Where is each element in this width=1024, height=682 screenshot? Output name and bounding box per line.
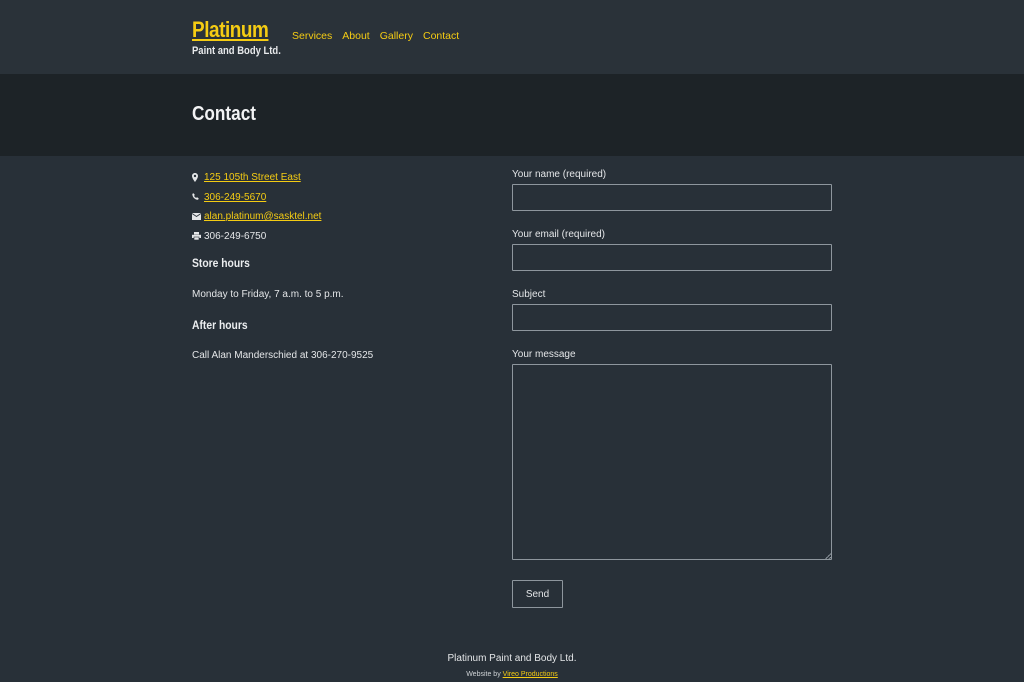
contact-info: 125 105th Street East 306-249-5670 alan.… bbox=[192, 168, 472, 361]
nav-link-about[interactable]: About bbox=[342, 30, 369, 43]
phone-row: 306-249-5670 bbox=[192, 188, 472, 208]
nav-link-services[interactable]: Services bbox=[292, 30, 332, 43]
fax-row: 306-249-6750 bbox=[192, 227, 472, 247]
site-logo[interactable]: Platinum Paint and Body Ltd. bbox=[192, 18, 295, 58]
fax-number: 306-249-6750 bbox=[204, 230, 267, 242]
email-row: alan.platinum@sasktel.net bbox=[192, 207, 472, 227]
message-label: Your message bbox=[512, 349, 576, 360]
nav-link-gallery[interactable]: Gallery bbox=[380, 30, 413, 43]
after-hours-text: Call Alan Manderschied at 306-270-9525 bbox=[192, 350, 374, 361]
envelope-icon bbox=[192, 213, 204, 221]
after-hours-heading: After hours bbox=[192, 318, 248, 332]
nav-link-contact[interactable]: Contact bbox=[423, 30, 459, 43]
phone-link[interactable]: 306-249-5670 bbox=[204, 192, 266, 203]
send-button[interactable]: Send bbox=[512, 580, 563, 608]
footer-credit-link[interactable]: Vireo Productions bbox=[503, 671, 558, 678]
map-marker-icon bbox=[192, 173, 204, 183]
main-nav: Services About Gallery Contact bbox=[292, 30, 459, 43]
footer-credit: Website by Vireo Productions bbox=[0, 671, 1024, 678]
store-hours-heading: Store hours bbox=[192, 256, 250, 270]
page-banner: Contact bbox=[0, 74, 1024, 156]
subject-field[interactable] bbox=[512, 304, 832, 331]
footer-credit-prefix: Website by bbox=[466, 671, 501, 678]
subject-label: Subject bbox=[512, 289, 546, 300]
email-label: Your email (required) bbox=[512, 229, 606, 240]
logo-title: Platinum bbox=[192, 17, 269, 42]
footer-company: Platinum Paint and Body Ltd. bbox=[447, 653, 577, 664]
address-link[interactable]: 125 105th Street East bbox=[204, 172, 301, 183]
printer-icon bbox=[192, 232, 204, 241]
store-hours-text: Monday to Friday, 7 a.m. to 5 p.m. bbox=[192, 289, 344, 300]
phone-icon bbox=[192, 193, 204, 201]
email-field[interactable] bbox=[512, 244, 832, 271]
logo-subtitle: Paint and Body Ltd. bbox=[192, 45, 281, 57]
name-field[interactable] bbox=[512, 184, 832, 211]
page-title: Contact bbox=[192, 103, 257, 125]
address-row: 125 105th Street East bbox=[192, 168, 472, 188]
textarea-resize-handle[interactable] bbox=[824, 553, 831, 560]
site-header: Platinum Paint and Body Ltd. Services Ab… bbox=[0, 0, 1024, 74]
email-link[interactable]: alan.platinum@sasktel.net bbox=[204, 211, 321, 222]
name-label: Your name (required) bbox=[512, 169, 607, 180]
message-field[interactable] bbox=[512, 364, 832, 560]
